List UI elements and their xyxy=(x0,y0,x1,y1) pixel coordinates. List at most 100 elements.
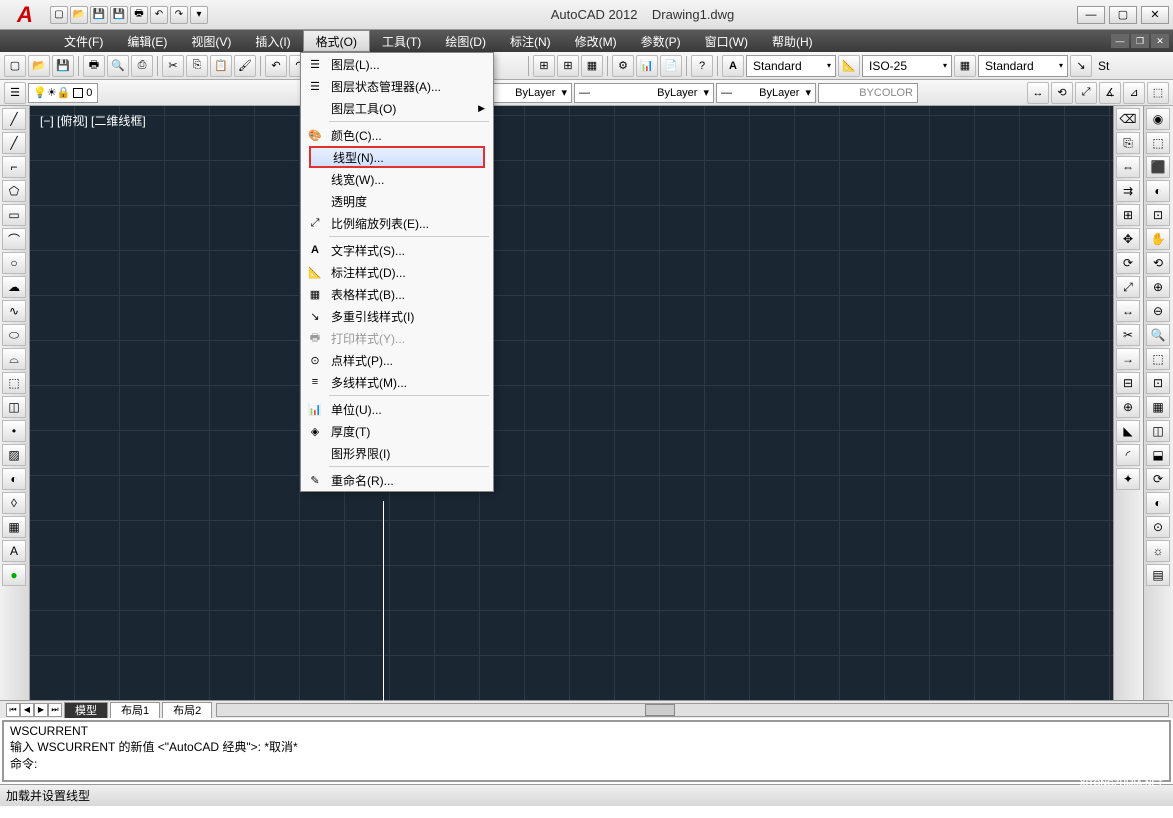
textstyle-icon[interactable]: A xyxy=(722,55,744,77)
mirror-icon[interactable]: ⇔ xyxy=(1116,156,1140,178)
table-icon[interactable]: ▦ xyxy=(2,516,26,538)
block-icon[interactable]: ◫ xyxy=(2,396,26,418)
menu-tools[interactable]: 工具(T) xyxy=(370,30,433,52)
menu-item-layer[interactable]: ☰图层(L)... xyxy=(301,53,493,75)
print-icon[interactable]: 🖶 xyxy=(83,55,105,77)
break-icon[interactable]: ⊟ xyxy=(1116,372,1140,394)
menu-item-lineweight[interactable]: 线宽(W)... xyxy=(301,168,493,190)
open-icon[interactable]: 📂 xyxy=(28,55,50,77)
sheet-icon[interactable]: 📄 xyxy=(660,55,682,77)
insert-icon[interactable]: ⬚ xyxy=(2,372,26,394)
menu-item-limits[interactable]: 图形界限(I) xyxy=(301,442,493,464)
nav2-icon[interactable]: ⬚ xyxy=(1146,132,1170,154)
text-style-dropdown[interactable]: Standard▾ xyxy=(746,55,836,77)
menu-item-pointstyle[interactable]: ⊙点样式(P)... xyxy=(301,349,493,371)
gradient-icon[interactable]: ◐ xyxy=(2,468,26,490)
menu-item-mlinestyle[interactable]: ≡多线样式(M)... xyxy=(301,371,493,393)
tab-prev-button[interactable]: ◀ xyxy=(20,703,34,717)
grid-icon[interactable]: ⊞ xyxy=(533,55,555,77)
scale-icon[interactable]: ⤢ xyxy=(1116,276,1140,298)
layer-manager-icon[interactable]: ☰ xyxy=(4,82,26,104)
undo-icon[interactable]: ↶ xyxy=(265,55,287,77)
nav6-icon[interactable]: ✋ xyxy=(1146,228,1170,250)
copy-icon[interactable]: ⎘ xyxy=(1116,132,1140,154)
doc-restore-button[interactable]: ❐ xyxy=(1131,34,1149,48)
nav18-icon[interactable]: ⊙ xyxy=(1146,516,1170,538)
menu-item-scalelist[interactable]: ⤢比例缩放列表(E)... xyxy=(301,212,493,234)
qat-more-icon[interactable]: ▾ xyxy=(190,6,208,24)
menu-view[interactable]: 视图(V) xyxy=(179,30,243,52)
tab-next-button[interactable]: ▶ xyxy=(34,703,48,717)
table-style-dropdown[interactable]: Standard▾ xyxy=(978,55,1068,77)
nav19-icon[interactable]: ☼ xyxy=(1146,540,1170,562)
polyline-icon[interactable]: ⌐ xyxy=(2,156,26,178)
menu-file[interactable]: 文件(F) xyxy=(52,30,115,52)
copy-icon[interactable]: ⎘ xyxy=(186,55,208,77)
tablestyle-icon[interactable]: ▦ xyxy=(954,55,976,77)
command-window[interactable]: WSCURRENT 输入 WSCURRENT 的新值 <"AutoCAD 经典"… xyxy=(2,720,1171,782)
menu-item-textstyle[interactable]: A文字样式(S)... xyxy=(301,239,493,261)
menu-edit[interactable]: 编辑(E) xyxy=(115,30,179,52)
grid2-icon[interactable]: ⊞ xyxy=(557,55,579,77)
move-icon[interactable]: ✥ xyxy=(1116,228,1140,250)
menu-modify[interactable]: 修改(M) xyxy=(563,30,629,52)
plotstyle-dropdown[interactable]: BYCOLOR xyxy=(818,83,918,103)
tab-first-button[interactable]: ⏮ xyxy=(6,703,20,717)
horizontal-scrollbar[interactable] xyxy=(216,703,1169,717)
chamfer-icon[interactable]: ◣ xyxy=(1116,420,1140,442)
tab-layout1[interactable]: 布局1 xyxy=(110,702,160,718)
polygon-icon[interactable]: ⬠ xyxy=(2,180,26,202)
menu-item-linetype[interactable]: 线型(N)... xyxy=(309,146,485,168)
erase-icon[interactable]: ⌫ xyxy=(1116,108,1140,130)
lineweight-dropdown[interactable]: —ByLayer▾ xyxy=(716,83,816,103)
menu-item-tablestyle[interactable]: ▦表格样式(B)... xyxy=(301,283,493,305)
menu-draw[interactable]: 绘图(D) xyxy=(433,30,498,52)
spline-icon[interactable]: ∿ xyxy=(2,300,26,322)
new-icon[interactable]: ▢ xyxy=(50,6,68,24)
linetype-dropdown[interactable]: —ByLayer▾ xyxy=(574,83,714,103)
menu-parametric[interactable]: 参数(P) xyxy=(629,30,693,52)
point-icon[interactable]: • xyxy=(2,420,26,442)
nav11-icon[interactable]: ⬚ xyxy=(1146,348,1170,370)
ellipsearc-icon[interactable]: ⌓ xyxy=(2,348,26,370)
redo-icon[interactable]: ↷ xyxy=(170,6,188,24)
menu-format[interactable]: 格式(O) xyxy=(303,30,370,52)
dimstyle-icon[interactable]: 📐 xyxy=(838,55,860,77)
line-icon[interactable]: ╱ xyxy=(2,108,26,130)
array-icon[interactable]: ⊞ xyxy=(1116,204,1140,226)
fillet-icon[interactable]: ◜ xyxy=(1116,444,1140,466)
new-icon[interactable]: ▢ xyxy=(4,55,26,77)
menu-item-mleaderstyle[interactable]: ↘多重引线样式(I) xyxy=(301,305,493,327)
menu-item-units[interactable]: 📊单位(U)... xyxy=(301,398,493,420)
tab-model[interactable]: 模型 xyxy=(64,702,108,718)
nav12-icon[interactable]: ⊡ xyxy=(1146,372,1170,394)
measure5-icon[interactable]: ⊿ xyxy=(1123,82,1145,104)
save-icon[interactable]: 💾 xyxy=(52,55,74,77)
measure1-icon[interactable]: ↔ xyxy=(1027,82,1049,104)
nav7-icon[interactable]: ⟲ xyxy=(1146,252,1170,274)
nav15-icon[interactable]: ⬓ xyxy=(1146,444,1170,466)
stretch-icon[interactable]: ↔ xyxy=(1116,300,1140,322)
ellipse-icon[interactable]: ⬭ xyxy=(2,324,26,346)
nav14-icon[interactable]: ◫ xyxy=(1146,420,1170,442)
nav17-icon[interactable]: ◐ xyxy=(1146,492,1170,514)
menu-item-color[interactable]: 🎨颜色(C)... xyxy=(301,124,493,146)
circle-icon[interactable]: ○ xyxy=(2,252,26,274)
mleader-icon[interactable]: ↘ xyxy=(1070,55,1092,77)
measure2-icon[interactable]: ⟲ xyxy=(1051,82,1073,104)
menu-item-transparency[interactable]: 透明度 xyxy=(301,190,493,212)
menu-item-dimstyle[interactable]: 📐标注样式(D)... xyxy=(301,261,493,283)
command-prompt[interactable]: 命令: xyxy=(10,755,1163,772)
doc-close-button[interactable]: ✕ xyxy=(1151,34,1169,48)
revcloud-icon[interactable]: ☁ xyxy=(2,276,26,298)
viewport-label[interactable]: [−] [俯视] [二维线框] xyxy=(40,112,146,129)
preview-icon[interactable]: 🔍 xyxy=(107,55,129,77)
region-icon[interactable]: ◊ xyxy=(2,492,26,514)
menu-item-layerstate[interactable]: ☰图层状态管理器(A)... xyxy=(301,75,493,97)
measure4-icon[interactable]: ∡ xyxy=(1099,82,1121,104)
nav10-icon[interactable]: 🔍 xyxy=(1146,324,1170,346)
print-icon[interactable]: 🖶 xyxy=(130,6,148,24)
rectangle-icon[interactable]: ▭ xyxy=(2,204,26,226)
menu-dimension[interactable]: 标注(N) xyxy=(498,30,563,52)
nav8-icon[interactable]: ⊕ xyxy=(1146,276,1170,298)
